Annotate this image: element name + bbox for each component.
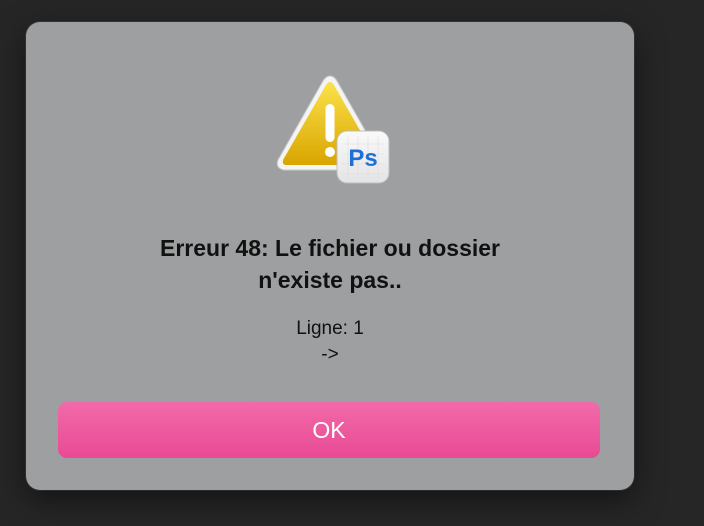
- ok-button[interactable]: OK: [58, 402, 600, 458]
- error-title: Erreur 48: Le fichier ou dossier n'exist…: [26, 232, 634, 296]
- error-message: Ligne: 1 ->: [26, 316, 634, 368]
- error-title-line-2: n'existe pas..: [258, 267, 402, 293]
- alert-dialog: Ps Erreur 48: Le fichier ou dossier n'ex…: [26, 22, 634, 490]
- warning-triangle-icon: Ps: [270, 72, 390, 188]
- photoshop-icon: Ps: [336, 130, 390, 184]
- photoshop-badge-text: Ps: [348, 145, 377, 172]
- error-message-line-2: ->: [321, 344, 339, 365]
- error-title-line-1: Erreur 48: Le fichier ou dossier: [159, 235, 500, 261]
- error-message-line-1: Ligne: 1: [296, 318, 364, 339]
